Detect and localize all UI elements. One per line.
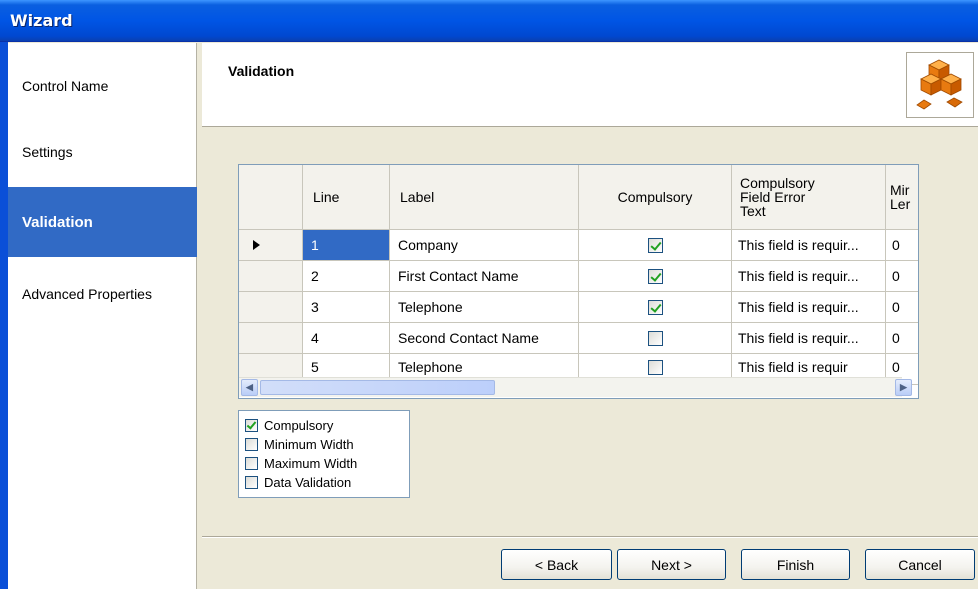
table-row[interactable]: 1 Company This field is requir... 0 [239,230,918,261]
cell-label[interactable]: Telephone [390,292,579,323]
option-compulsory[interactable]: Compulsory [239,416,409,435]
page-title: Validation [228,63,295,79]
table-row[interactable]: 4 Second Contact Name This field is requ… [239,323,918,354]
cell-min-length[interactable]: 0 [886,323,918,354]
footer-divider [202,536,978,538]
cell-compulsory[interactable] [579,230,732,261]
window-title: Wizard [10,11,73,30]
table-row[interactable]: 2 First Contact Name This field is requi… [239,261,918,292]
column-header-compulsory[interactable]: Compulsory [579,165,732,230]
option-maximum-width[interactable]: Maximum Width [239,454,409,473]
option-label: Maximum Width [264,456,358,471]
column-header-error-text[interactable]: Compulsory Field Error Text [732,165,886,230]
cell-line[interactable]: 3 [303,292,390,323]
current-row-indicator-icon [239,230,303,261]
cell-label[interactable]: First Contact Name [390,261,579,292]
sidebar-item-advanced-properties[interactable]: Advanced Properties [8,259,197,329]
wizard-steps-sidebar: Control Name Settings Validation Advance… [8,43,197,589]
grid-header-row: Line Label Compulsory Compulsory Field E… [239,165,918,230]
row-header-corner [239,165,303,230]
cell-compulsory[interactable] [579,292,732,323]
title-bar[interactable]: Wizard [0,0,978,42]
cubes-icon [906,52,974,118]
horizontal-scroll-thumb[interactable] [260,380,495,395]
row-header[interactable] [239,323,303,354]
sidebar-item-label: Advanced Properties [22,286,152,302]
table-row[interactable]: 3 Telephone This field is requir... 0 [239,292,918,323]
option-checkbox[interactable] [245,438,258,451]
cell-min-length[interactable]: 0 [886,292,918,323]
option-checkbox[interactable] [245,476,258,489]
sidebar-item-validation[interactable]: Validation [8,187,197,257]
option-label: Compulsory [264,418,334,433]
window-frame-left [0,42,8,589]
sidebar-item-label: Validation [22,213,93,231]
grid-vertical-scrollbar[interactable]: ▲ ▼ [918,165,919,377]
back-button[interactable]: < Back [501,549,612,580]
cancel-button[interactable]: Cancel [865,549,975,580]
cell-error-text[interactable]: This field is requir... [732,292,886,323]
scroll-up-icon[interactable]: ▲ [918,165,919,182]
sidebar-item-control-name[interactable]: Control Name [8,51,197,121]
cell-line[interactable]: 2 [303,261,390,292]
sidebar-item-label: Settings [22,144,73,160]
column-header-min-length[interactable]: Mir Ler [886,165,918,230]
option-minimum-width[interactable]: Minimum Width [239,435,409,454]
option-checkbox[interactable] [245,457,258,470]
cell-error-text[interactable]: This field is requir... [732,323,886,354]
cell-label[interactable]: Company [390,230,579,261]
option-label: Data Validation [264,475,352,490]
scroll-left-icon[interactable]: ◀ [241,379,258,396]
scroll-down-icon[interactable]: ▼ [918,359,919,376]
cell-line[interactable]: 1 [303,230,390,261]
cell-error-text[interactable]: This field is requir... [732,261,886,292]
row-header[interactable] [239,261,303,292]
column-header-line[interactable]: Line [303,165,390,230]
compulsory-checkbox[interactable] [647,330,663,346]
row-header[interactable] [239,292,303,323]
cell-compulsory[interactable] [579,323,732,354]
compulsory-checkbox[interactable] [647,268,663,284]
sidebar-item-label: Control Name [22,78,109,94]
validation-grid[interactable]: Line Label Compulsory Compulsory Field E… [238,164,919,399]
validation-options-list[interactable]: Compulsory Minimum Width Maximum Width D… [238,410,410,498]
column-header-label[interactable]: Label [390,165,579,230]
next-button[interactable]: Next > [617,549,726,580]
option-checkbox[interactable] [245,419,258,432]
option-data-validation[interactable]: Data Validation [239,473,409,492]
compulsory-checkbox[interactable] [647,237,663,253]
cell-label[interactable]: Second Contact Name [390,323,579,354]
cell-error-text[interactable]: This field is requir... [732,230,886,261]
cell-min-length[interactable]: 0 [886,261,918,292]
finish-button[interactable]: Finish [741,549,850,580]
sidebar-item-settings[interactable]: Settings [8,117,197,187]
grid-horizontal-scrollbar[interactable]: ◀ ▶ [239,377,912,397]
compulsory-checkbox[interactable] [647,360,663,375]
cell-compulsory[interactable] [579,261,732,292]
page-header: Validation [202,43,978,127]
scroll-right-icon[interactable]: ▶ [895,379,912,396]
cell-min-length[interactable]: 0 [886,230,918,261]
cell-line[interactable]: 4 [303,323,390,354]
compulsory-checkbox[interactable] [647,299,663,315]
option-label: Minimum Width [264,437,354,452]
